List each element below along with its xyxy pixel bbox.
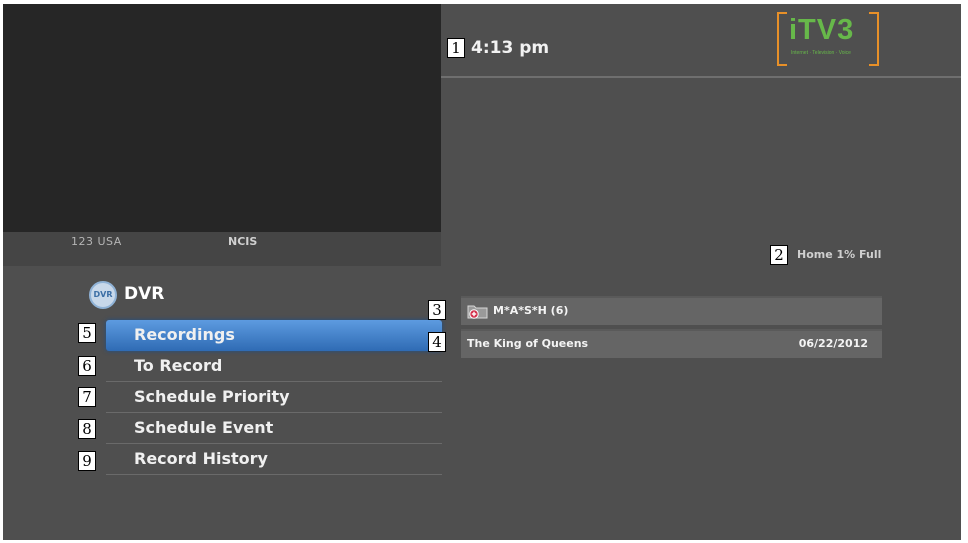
callout-label: 4 xyxy=(428,332,446,352)
clock: 4:13 pm xyxy=(471,38,550,58)
callout-label: 9 xyxy=(78,451,96,471)
recording-row-folder[interactable]: M*A*S*H (6) xyxy=(461,296,882,325)
menu-item-record-history[interactable]: Record History xyxy=(106,444,442,475)
menu-item-to-record[interactable]: To Record xyxy=(106,351,442,382)
logo-tagline: Internet · Television · Voice xyxy=(791,50,851,56)
video-preview xyxy=(3,4,441,232)
callout-label: 5 xyxy=(78,323,96,343)
menu-item-schedule-priority[interactable]: Schedule Priority xyxy=(106,382,442,413)
logo-bracket-right xyxy=(869,12,879,66)
folder-icon xyxy=(467,305,488,319)
menu-item-recordings[interactable]: Recordings xyxy=(106,320,442,351)
recording-title: The King of Queens xyxy=(467,337,589,350)
dvr-menu: Recordings To Record Schedule Priority S… xyxy=(106,320,442,475)
dvr-icon: DVR xyxy=(89,281,117,309)
logo-text: iTV3 xyxy=(789,14,855,46)
storage-status: Home 1% Full xyxy=(797,248,882,261)
menu-item-schedule-event[interactable]: Schedule Event xyxy=(106,413,442,444)
recording-row[interactable]: The King of Queens 06/22/2012 xyxy=(461,329,882,358)
header-divider xyxy=(441,76,961,78)
channel-show-title: NCIS xyxy=(228,235,258,248)
callout-label: 3 xyxy=(428,300,446,320)
itv3-logo: iTV3 Internet · Television · Voice xyxy=(775,10,881,66)
recording-title: M*A*S*H (6) xyxy=(493,304,569,317)
callout-label: 7 xyxy=(78,387,96,407)
callout-label: 1 xyxy=(447,38,465,58)
dvr-title: DVR xyxy=(124,284,165,304)
channel-number: 123 USA xyxy=(71,235,122,248)
recording-date: 06/22/2012 xyxy=(798,337,868,350)
callout-label: 8 xyxy=(78,419,96,439)
channel-bar: 123 USA NCIS xyxy=(3,232,441,266)
logo-bracket-left xyxy=(777,12,787,66)
callout-label: 2 xyxy=(770,245,788,265)
callout-label: 6 xyxy=(78,356,96,376)
